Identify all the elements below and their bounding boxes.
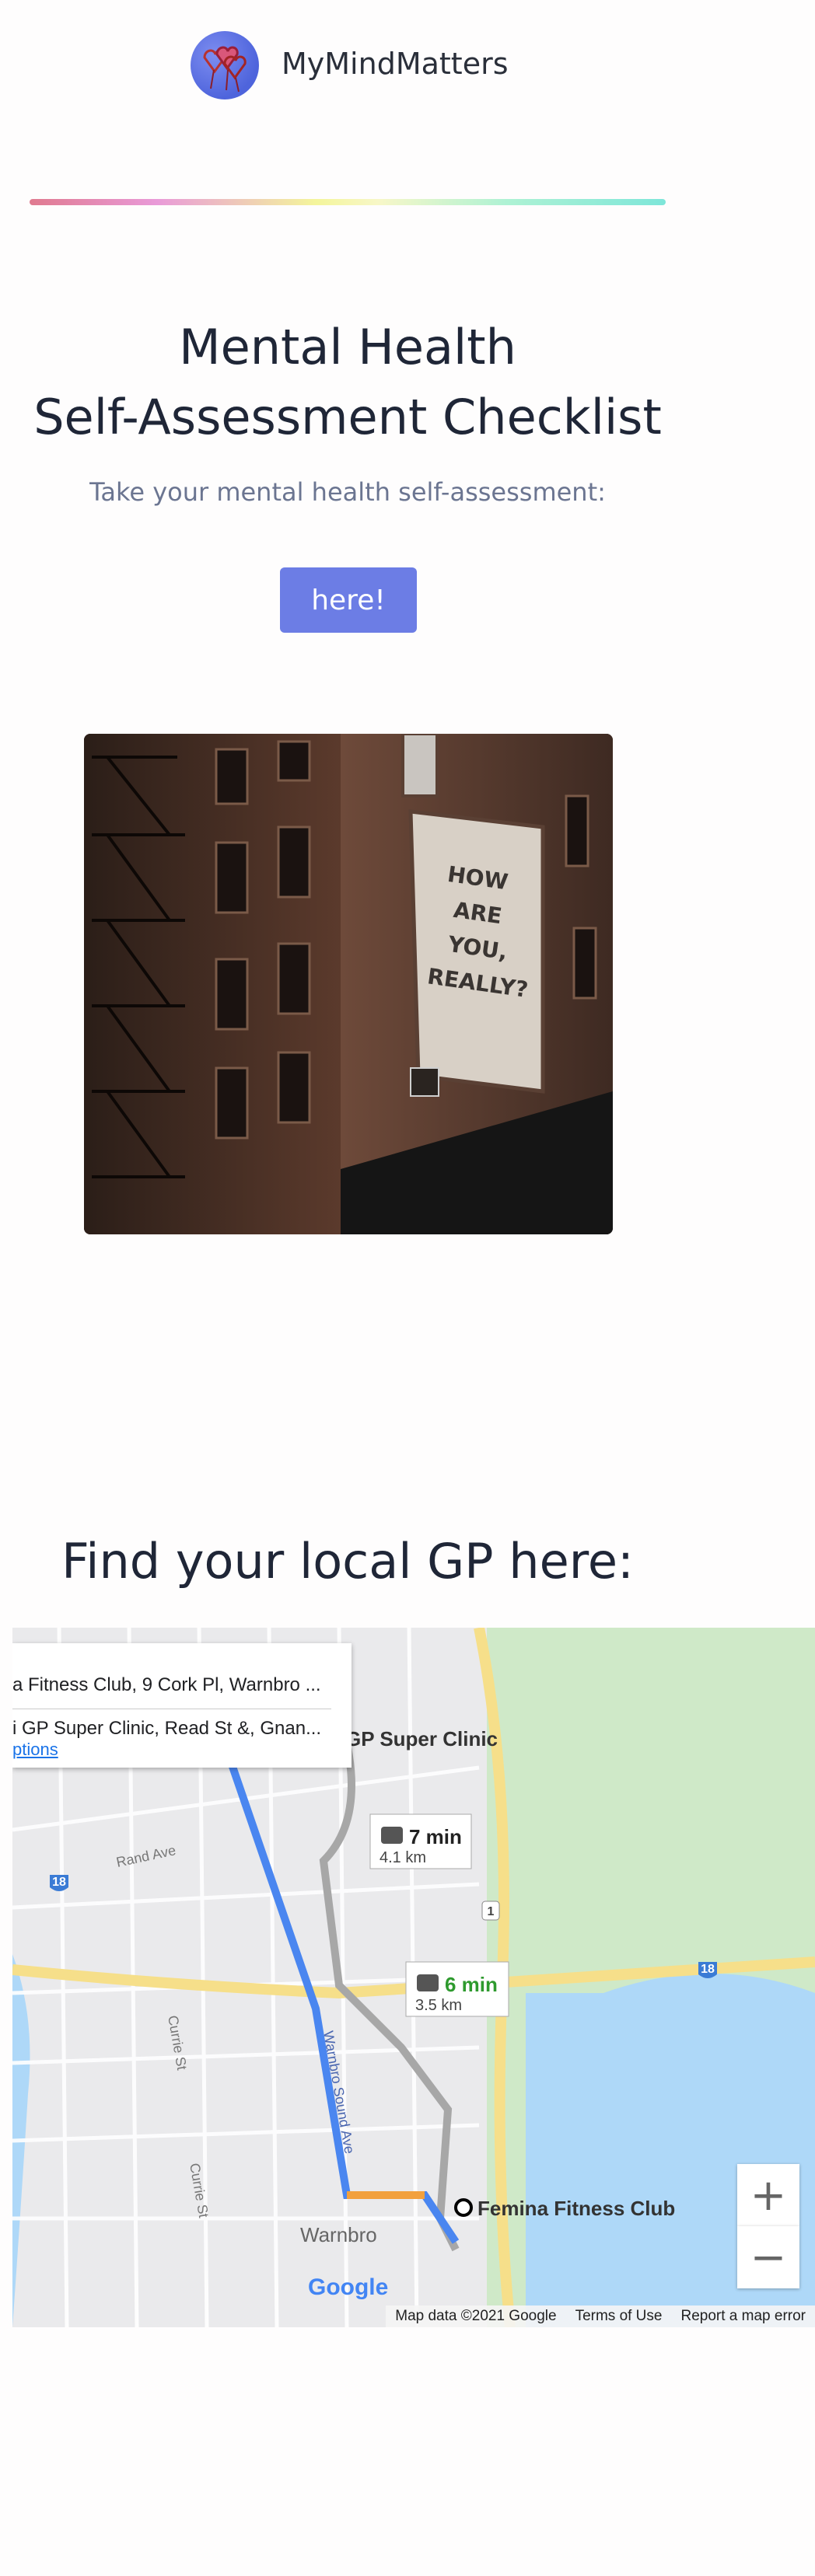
more-options-link[interactable]: ptions bbox=[12, 1740, 58, 1760]
gp-heading: Find your local GP here: bbox=[61, 1533, 634, 1590]
report-error-link[interactable]: Report a map error bbox=[671, 2308, 815, 2325]
google-map-embed[interactable]: 18 18 1 GP Super Clinic Femina Fitness C… bbox=[12, 1628, 815, 2327]
destination-field[interactable]: i GP Super Clinic, Read St &, Gnan... bbox=[12, 1718, 339, 1740]
car-icon-2 bbox=[417, 1974, 439, 1991]
google-logo: Google bbox=[308, 2274, 388, 2301]
brand-name[interactable]: MyMindMatters bbox=[282, 47, 509, 81]
road-badge-18a: 18 bbox=[52, 1876, 66, 1889]
road-badge-1: 1 bbox=[488, 1905, 495, 1918]
car-icon-1 bbox=[381, 1827, 403, 1844]
directions-panel: a Fitness Club, 9 Cork Pl, Warnbro ... i… bbox=[12, 1643, 352, 1768]
zoom-out-button[interactable]: − bbox=[737, 2226, 799, 2288]
place-gp-clinic[interactable]: GP Super Clinic bbox=[345, 1727, 498, 1750]
site-header: MyMindMatters bbox=[0, 0, 815, 140]
route2-dist: 3.5 km bbox=[415, 1997, 462, 2014]
hearts-logo-icon[interactable] bbox=[191, 31, 259, 99]
google-logo-text: Google bbox=[308, 2274, 389, 2300]
road-badge-18b: 18 bbox=[701, 1963, 715, 1976]
route1-time[interactable]: 7 min bbox=[409, 1825, 462, 1848]
page-title-line1: Mental Health bbox=[179, 319, 516, 375]
route1-dist: 4.1 km bbox=[380, 1849, 426, 1866]
zoom-in-button[interactable]: + bbox=[737, 2164, 799, 2226]
rainbow-divider bbox=[30, 199, 666, 205]
route2-time[interactable]: 6 min bbox=[445, 1973, 498, 1996]
attribution-data: Map data ©2021 Google bbox=[395, 2308, 557, 2324]
page-subtitle: Take your mental health self-assessment: bbox=[89, 477, 606, 507]
place-femina-fitness[interactable]: Femina Fitness Club bbox=[477, 2197, 675, 2220]
page-title-line2: Self-Assessment Checklist bbox=[33, 389, 662, 445]
origin-field[interactable]: a Fitness Club, 9 Cork Pl, Warnbro ... bbox=[12, 1674, 339, 1696]
map-attribution: Map data ©2021 Google Terms of Use Repor… bbox=[386, 2305, 815, 2327]
terms-link[interactable]: Terms of Use bbox=[566, 2308, 672, 2325]
building-photo: HOW ARE YOU, REALLY? bbox=[84, 734, 613, 1234]
suburb-label: Warnbro bbox=[300, 2223, 377, 2246]
self-assessment-button[interactable]: here! bbox=[280, 567, 417, 633]
